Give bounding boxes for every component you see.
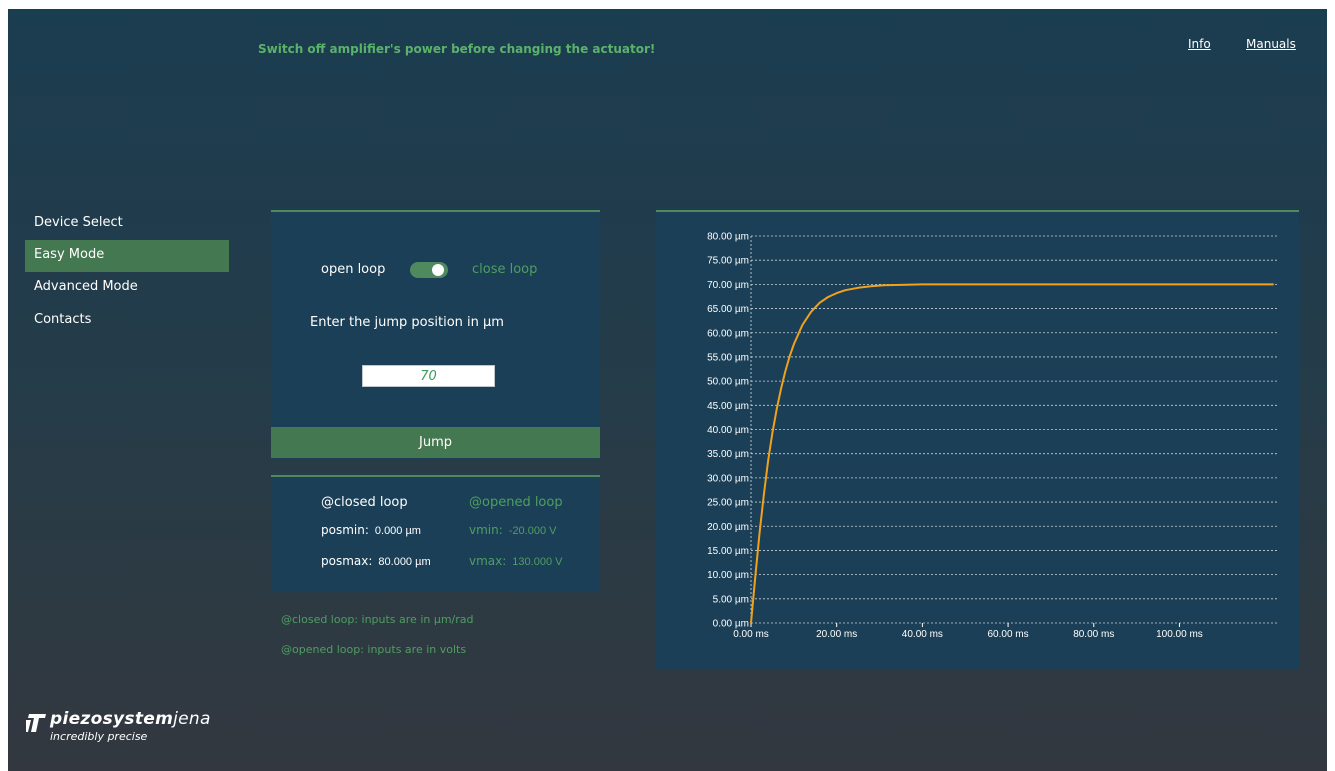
y-tick-label: 55.00 µm (707, 352, 749, 363)
y-tick-label: 60.00 µm (707, 328, 749, 339)
posmax-value: 80.000 µm (378, 556, 431, 568)
y-tick-label: 0.00 µm (713, 619, 749, 630)
info-link[interactable]: Info (1188, 37, 1211, 51)
manuals-link[interactable]: Manuals (1246, 37, 1296, 51)
posmin-label: posmin: (321, 523, 369, 537)
loop-mode-toggle[interactable] (410, 262, 448, 278)
sidebar-item-contacts[interactable]: Contacts (25, 305, 229, 337)
jump-button[interactable]: Jump (271, 427, 600, 458)
opened-loop-header: @opened loop (469, 495, 563, 510)
y-tick-label: 20.00 µm (707, 522, 749, 533)
vmin-value: -20.000 V (508, 525, 557, 537)
toggle-knob (432, 264, 444, 276)
jump-control-panel (271, 210, 600, 460)
x-tick-label: 0.00 ms (733, 629, 769, 640)
y-tick-label: 50.00 µm (707, 377, 749, 388)
jump-position-input[interactable] (362, 365, 495, 387)
sidebar-item-easy-mode[interactable]: Easy Mode (25, 240, 229, 272)
posmin-value: 0.000 µm (374, 525, 421, 537)
y-tick-label: 30.00 µm (707, 473, 749, 484)
app-window: Switch off amplifier's power before chan… (8, 9, 1327, 771)
y-tick-label: 5.00 µm (713, 594, 749, 605)
opened-loop-note: @opened loop: inputs are in volts (281, 643, 467, 656)
vmax-row: vmax: 130.000 V (469, 554, 562, 568)
posmax-label: posmax: (321, 554, 373, 568)
y-tick-label: 65.00 µm (707, 304, 749, 315)
y-tick-label: 15.00 µm (707, 546, 749, 557)
logo-name-light: jena (173, 709, 211, 729)
closed-loop-header: @closed loop (321, 495, 408, 510)
logo-mark-icon (26, 714, 46, 732)
logo-name-bold: piezosystem (50, 709, 174, 729)
x-tick-label: 80.00 ms (1073, 629, 1114, 640)
position-chart-panel: 0.00 µm 5.00 µm 10.00 µm 15.00 µm 20.00 µm 25… (656, 210, 1299, 669)
y-tick-label: 75.00 µm (707, 256, 749, 267)
sidebar-item-device-select[interactable]: Device Select (25, 208, 229, 240)
closed-loop-note: @closed loop: inputs are in µm/rad (281, 613, 474, 626)
posmin-row: posmin: 0.000 µm (321, 523, 421, 537)
vmin-row: vmin: -20.000 V (469, 523, 556, 537)
sidebar-item-advanced-mode[interactable]: Advanced Mode (25, 272, 229, 304)
y-tick-label: 45.00 µm (707, 401, 749, 412)
vmin-label: vmin: (469, 523, 503, 537)
close-loop-label: close loop (472, 262, 538, 277)
logo-name: piezosystemjena (50, 709, 211, 729)
posmax-row: posmax: 80.000 µm (321, 554, 431, 568)
vmax-value: 130.000 V (512, 556, 563, 568)
position-chart: 0.00 µm 5.00 µm 10.00 µm 15.00 µm 20.00 µm 25… (707, 232, 1278, 640)
vmax-label: vmax: (469, 554, 507, 568)
jump-position-prompt: Enter the jump position in µm (310, 315, 504, 330)
warning-message: Switch off amplifier's power before chan… (258, 42, 656, 56)
y-tick-label: 80.00 µm (707, 232, 749, 243)
x-tick-label: 20.00 ms (816, 629, 857, 640)
y-tick-label: 35.00 µm (707, 449, 749, 460)
open-loop-label: open loop (321, 262, 386, 277)
y-tick-label: 10.00 µm (707, 570, 749, 581)
y-tick-label: 25.00 µm (707, 498, 749, 509)
x-tick-label: 100.00 ms (1156, 629, 1203, 640)
x-tick-label: 40.00 ms (902, 629, 943, 640)
x-tick-label: 60.00 ms (988, 629, 1029, 640)
y-tick-label: 40.00 µm (707, 425, 749, 436)
y-tick-label: 70.00 µm (707, 280, 749, 291)
logo-tagline: incredibly precise (50, 730, 148, 743)
